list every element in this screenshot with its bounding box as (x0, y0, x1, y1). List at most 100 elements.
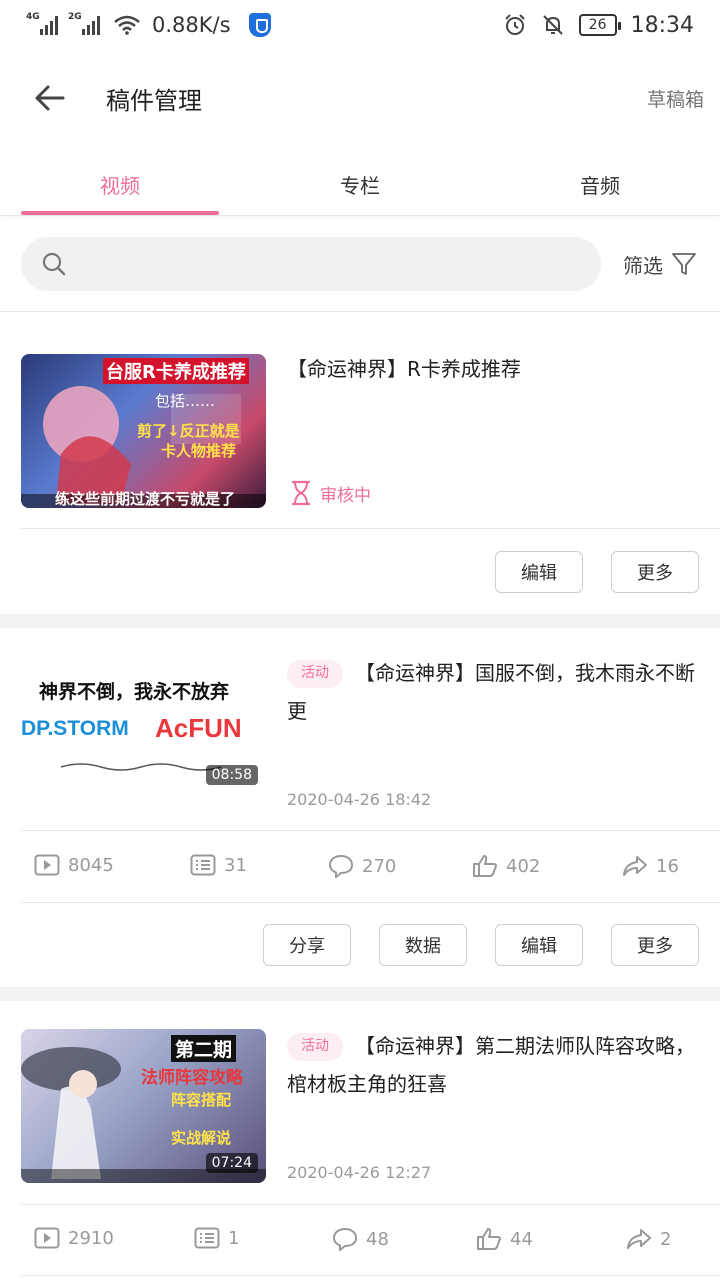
app-header: 稿件管理 草稿箱 (0, 50, 720, 146)
video-item: 神界不倒，我永不放弃 DP.STORM AcFUN 08:58 活动 【命运神界】… (0, 628, 720, 987)
share-button[interactable]: 分享 (263, 924, 351, 966)
filter-label: 筛选 (623, 253, 663, 278)
section-gap (0, 614, 720, 628)
edit-button[interactable]: 编辑 (495, 551, 583, 593)
action-buttons: 分享 数据 编辑 更多 (263, 924, 699, 966)
tab-bar: 视频 专栏 音频 (0, 146, 720, 216)
comment-icon (332, 1227, 358, 1251)
net2-label: 2G (68, 12, 82, 22)
divider (21, 528, 720, 529)
share-count-value: 16 (656, 855, 679, 877)
review-status: 审核中 (290, 480, 371, 506)
danmaku-count: 1 (194, 1227, 239, 1249)
thumb-text-top: 台服R卡养成推荐 (103, 358, 249, 384)
share-arrow-icon (623, 856, 647, 876)
video-item: 台服R卡养成推荐 包括…… 剪了↓反正就是 卡人物推荐 练这些前期过渡不亏就是了… (0, 312, 720, 614)
stats-row: 2910 1 48 44 2 (0, 1215, 720, 1265)
thumb-text-4: 实战解说 (171, 1129, 232, 1147)
signal-4g-icon: 4G (26, 12, 58, 35)
danmaku-count-value: 1 (228, 1227, 240, 1249)
more-button[interactable]: 更多 (611, 924, 699, 966)
search-box[interactable] (21, 237, 601, 291)
shield-icon (248, 13, 271, 37)
comment-count-value: 48 (366, 1228, 389, 1250)
thumb-text-4: 卡人物推荐 (161, 442, 237, 460)
like-count-value: 44 (510, 1228, 533, 1250)
video-thumbnail[interactable]: 台服R卡养成推荐 包括…… 剪了↓反正就是 卡人物推荐 练这些前期过渡不亏就是了 (21, 354, 266, 508)
drafts-link[interactable]: 草稿箱 (647, 85, 704, 112)
edit-button[interactable]: 编辑 (495, 924, 583, 966)
battery-icon: 26 (578, 14, 621, 36)
like-count[interactable]: 44 (476, 1227, 533, 1251)
video-item: 第二期 法师阵容攻略 阵容搭配 实战解说 07:24 活动 【命运神界】第二期法师… (0, 1001, 720, 1280)
share-count-value: 2 (660, 1228, 672, 1250)
thumb-text-2: 法师阵容攻略 (141, 1068, 243, 1088)
comment-count-value: 270 (362, 855, 397, 877)
divider (21, 1204, 720, 1205)
like-count-value: 402 (506, 855, 541, 877)
play-icon (34, 1227, 60, 1249)
thumb-text-top: 第二期 (171, 1035, 237, 1062)
stats-row: 8045 31 270 402 16 (0, 842, 720, 892)
activity-badge: 活动 (287, 660, 343, 688)
comment-count[interactable]: 270 (328, 854, 396, 878)
wifi-icon (114, 15, 140, 35)
more-button[interactable]: 更多 (611, 551, 699, 593)
video-title[interactable]: 【命运神界】R卡养成推荐 (287, 350, 702, 388)
play-count-value: 8045 (68, 854, 114, 876)
thumb-text-bottom: 练这些前期过渡不亏就是了 (55, 490, 236, 508)
comment-icon (328, 854, 354, 878)
danmaku-icon (194, 1227, 220, 1249)
review-status-label: 审核中 (320, 485, 371, 506)
video-duration: 08:58 (205, 765, 258, 785)
play-count: 8045 (34, 854, 114, 876)
comment-count[interactable]: 48 (332, 1227, 389, 1251)
danmaku-count: 31 (190, 854, 247, 876)
video-title-text: 【命运神界】国服不倒，我木雨永不断更 (287, 661, 695, 723)
publish-date: 2020-04-26 12:27 (287, 1163, 432, 1182)
section-gap (0, 987, 720, 1001)
video-title-text: 【命运神界】第二期法师队阵容攻略，棺材板主角的狂喜 (287, 1034, 695, 1096)
mute-bell-icon (542, 15, 563, 35)
tab-audio[interactable]: 音频 (480, 146, 720, 215)
divider (21, 1275, 720, 1276)
action-buttons: 编辑 更多 (495, 551, 699, 593)
tab-video[interactable]: 视频 (0, 146, 240, 215)
tab-column[interactable]: 专栏 (240, 146, 480, 215)
filter-funnel-icon (672, 253, 696, 275)
search-input[interactable] (81, 237, 581, 291)
thumbs-up-icon (473, 855, 497, 877)
clock: 18:34 (630, 12, 694, 38)
data-button[interactable]: 数据 (379, 924, 467, 966)
video-thumbnail[interactable]: 第二期 法师阵容攻略 阵容搭配 实战解说 07:24 (21, 1029, 266, 1183)
status-bar: 4G 2G 0.88K/s 26 18:34 (0, 0, 720, 50)
publish-date: 2020-04-26 18:42 (287, 790, 432, 809)
video-thumbnail[interactable]: 神界不倒，我永不放弃 DP.STORM AcFUN 08:58 (21, 655, 266, 809)
signal-2g-icon: 2G (68, 12, 100, 35)
search-row: 筛选 (0, 237, 720, 291)
play-count: 2910 (34, 1227, 114, 1249)
net1-label: 4G (26, 12, 40, 22)
like-count[interactable]: 402 (472, 854, 540, 878)
thumbs-up-icon (477, 1228, 501, 1250)
share-count[interactable]: 2 (626, 1227, 671, 1251)
thumb-text-2: 包括…… (155, 392, 216, 410)
back-arrow-icon[interactable] (30, 78, 70, 118)
danmaku-count-value: 31 (224, 854, 247, 876)
danmaku-icon (190, 854, 216, 876)
share-arrow-icon (627, 1229, 651, 1249)
filter-button[interactable]: 筛选 (623, 250, 697, 279)
alarm-icon (504, 14, 525, 35)
thumb-text-3: 剪了↓反正就是 (137, 422, 240, 440)
divider (21, 830, 720, 831)
video-duration: 07:24 (205, 1153, 258, 1173)
network-speed: 0.88K/s (152, 13, 231, 37)
video-title[interactable]: 活动 【命运神界】第二期法师队阵容攻略，棺材板主角的狂喜 (287, 1027, 702, 1103)
page-title: 稿件管理 (106, 86, 202, 115)
thumbnail-scribble (60, 763, 222, 771)
divider (21, 902, 720, 903)
share-count[interactable]: 16 (622, 854, 679, 878)
video-title[interactable]: 活动 【命运神界】国服不倒，我木雨永不断更 (287, 654, 702, 730)
search-icon (42, 252, 66, 276)
play-icon (34, 854, 60, 876)
